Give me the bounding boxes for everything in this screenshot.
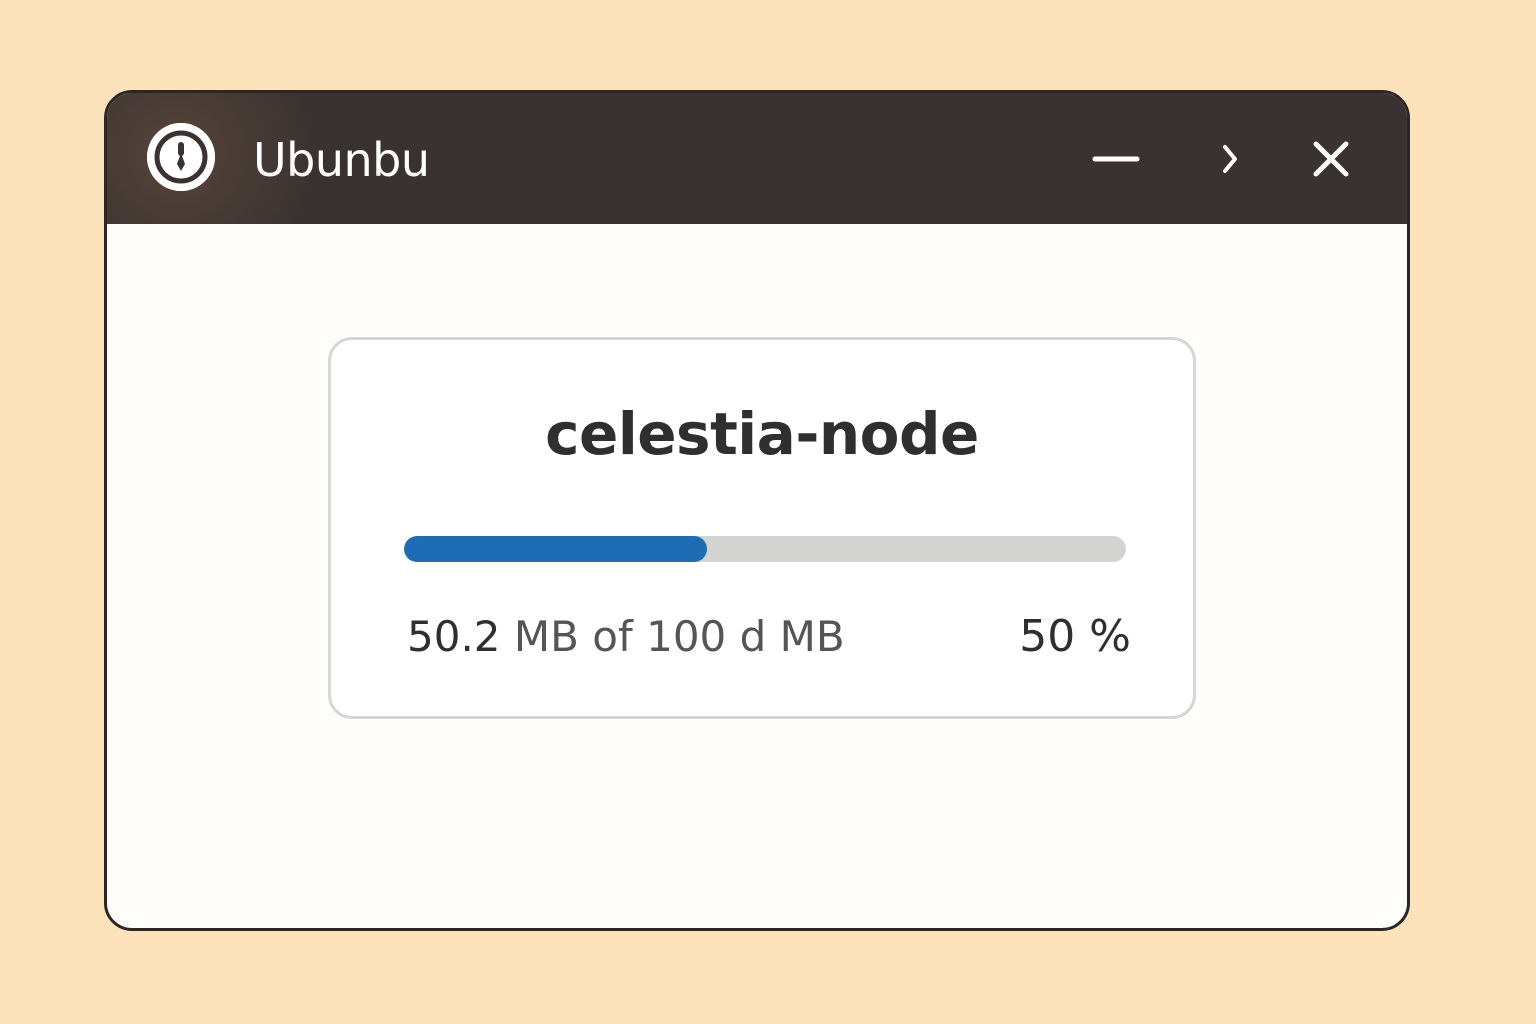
download-card: celestia-node 50.2 MB of 100 d MB 50 % bbox=[328, 337, 1196, 719]
progress-percent: 50 % bbox=[1019, 611, 1131, 662]
progress-bar bbox=[404, 536, 1126, 562]
title-bar[interactable]: Ubunbu bbox=[107, 93, 1407, 224]
forward-button[interactable] bbox=[1203, 129, 1259, 185]
download-name: celestia-node bbox=[545, 400, 979, 468]
close-icon bbox=[1313, 141, 1349, 177]
minimize-icon bbox=[1092, 156, 1140, 162]
downloaded-amount: 50.2 bbox=[407, 612, 501, 661]
close-button[interactable] bbox=[1303, 129, 1359, 185]
minimize-button[interactable] bbox=[1087, 129, 1143, 185]
app-logo-icon bbox=[147, 123, 215, 191]
app-window: Ubunbu celestia-node 50.2 MB of 100 d MB… bbox=[104, 90, 1410, 931]
size-suffix: MB of 100 d MB bbox=[513, 612, 845, 661]
chevron-right-icon bbox=[1223, 145, 1237, 173]
progress-bar-fill bbox=[404, 536, 708, 562]
window-title: Ubunbu bbox=[253, 133, 430, 187]
download-size-text: 50.2 MB of 100 d MB bbox=[407, 612, 845, 662]
